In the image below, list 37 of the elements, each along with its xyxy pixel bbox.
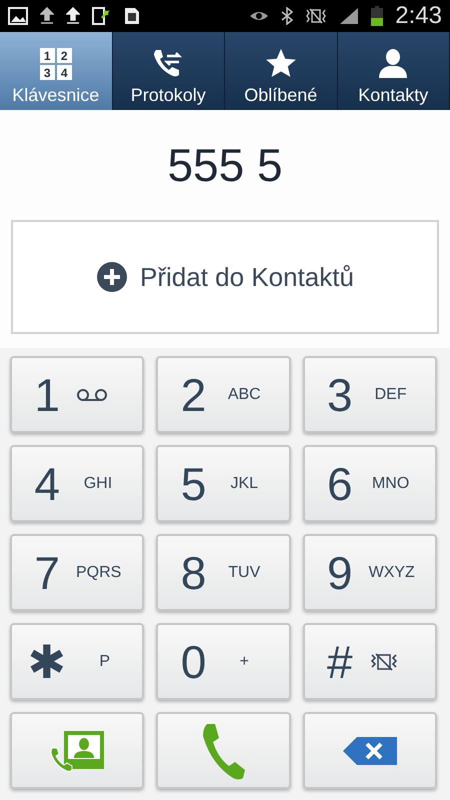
mute-vibrate-icon <box>368 652 399 672</box>
dial-key[interactable]: 5 JKL <box>156 445 291 522</box>
call-key[interactable] <box>156 712 291 789</box>
sim-card-icon <box>124 7 140 25</box>
dial-key[interactable]: ✱ P <box>10 623 144 700</box>
dial-key[interactable]: 7 PQRS <box>10 534 144 611</box>
dial-key[interactable]: 6 MNO <box>302 445 437 522</box>
bluetooth-icon <box>281 7 294 25</box>
dial-key[interactable]: 8 TUV <box>156 534 291 611</box>
dial-key[interactable]: 1 <box>10 356 144 433</box>
tab[interactable]: Protokoly <box>112 32 225 110</box>
clock: 2:43 <box>395 4 442 28</box>
dial-key[interactable]: 9 WXYZ <box>302 534 437 611</box>
plus-icon <box>96 261 128 293</box>
phone-arrow-icon <box>92 6 112 26</box>
voicemail-icon <box>76 388 108 402</box>
backspace-key[interactable] <box>302 712 437 789</box>
add-to-contacts-button[interactable]: Přidat do Kontaktů <box>11 220 439 334</box>
dial-key[interactable]: 2 ABC <box>156 356 291 433</box>
dial-key[interactable]: # <box>302 623 437 700</box>
vibrate-mute-icon <box>305 8 328 24</box>
upload-icon <box>40 7 54 25</box>
tab[interactable]: Kontakty <box>338 32 450 110</box>
dialed-number: 555 5 <box>167 142 283 188</box>
battery-icon <box>371 6 384 26</box>
contacts-key[interactable] <box>10 712 144 789</box>
signal-icon <box>339 7 360 25</box>
dial-key[interactable]: 3 DEF <box>302 356 437 433</box>
eye-icon <box>249 9 270 23</box>
dial-key[interactable]: 0 + <box>156 623 291 700</box>
tab[interactable]: Oblíbené <box>225 32 338 110</box>
phone-icon <box>201 722 246 780</box>
dial-key[interactable]: 4 GHI <box>10 445 144 522</box>
upload-icon <box>66 7 80 25</box>
tab[interactable]: 1 2 3 4 Klávesnice <box>0 32 112 110</box>
backspace-icon <box>342 736 397 766</box>
picture-icon <box>8 7 28 25</box>
